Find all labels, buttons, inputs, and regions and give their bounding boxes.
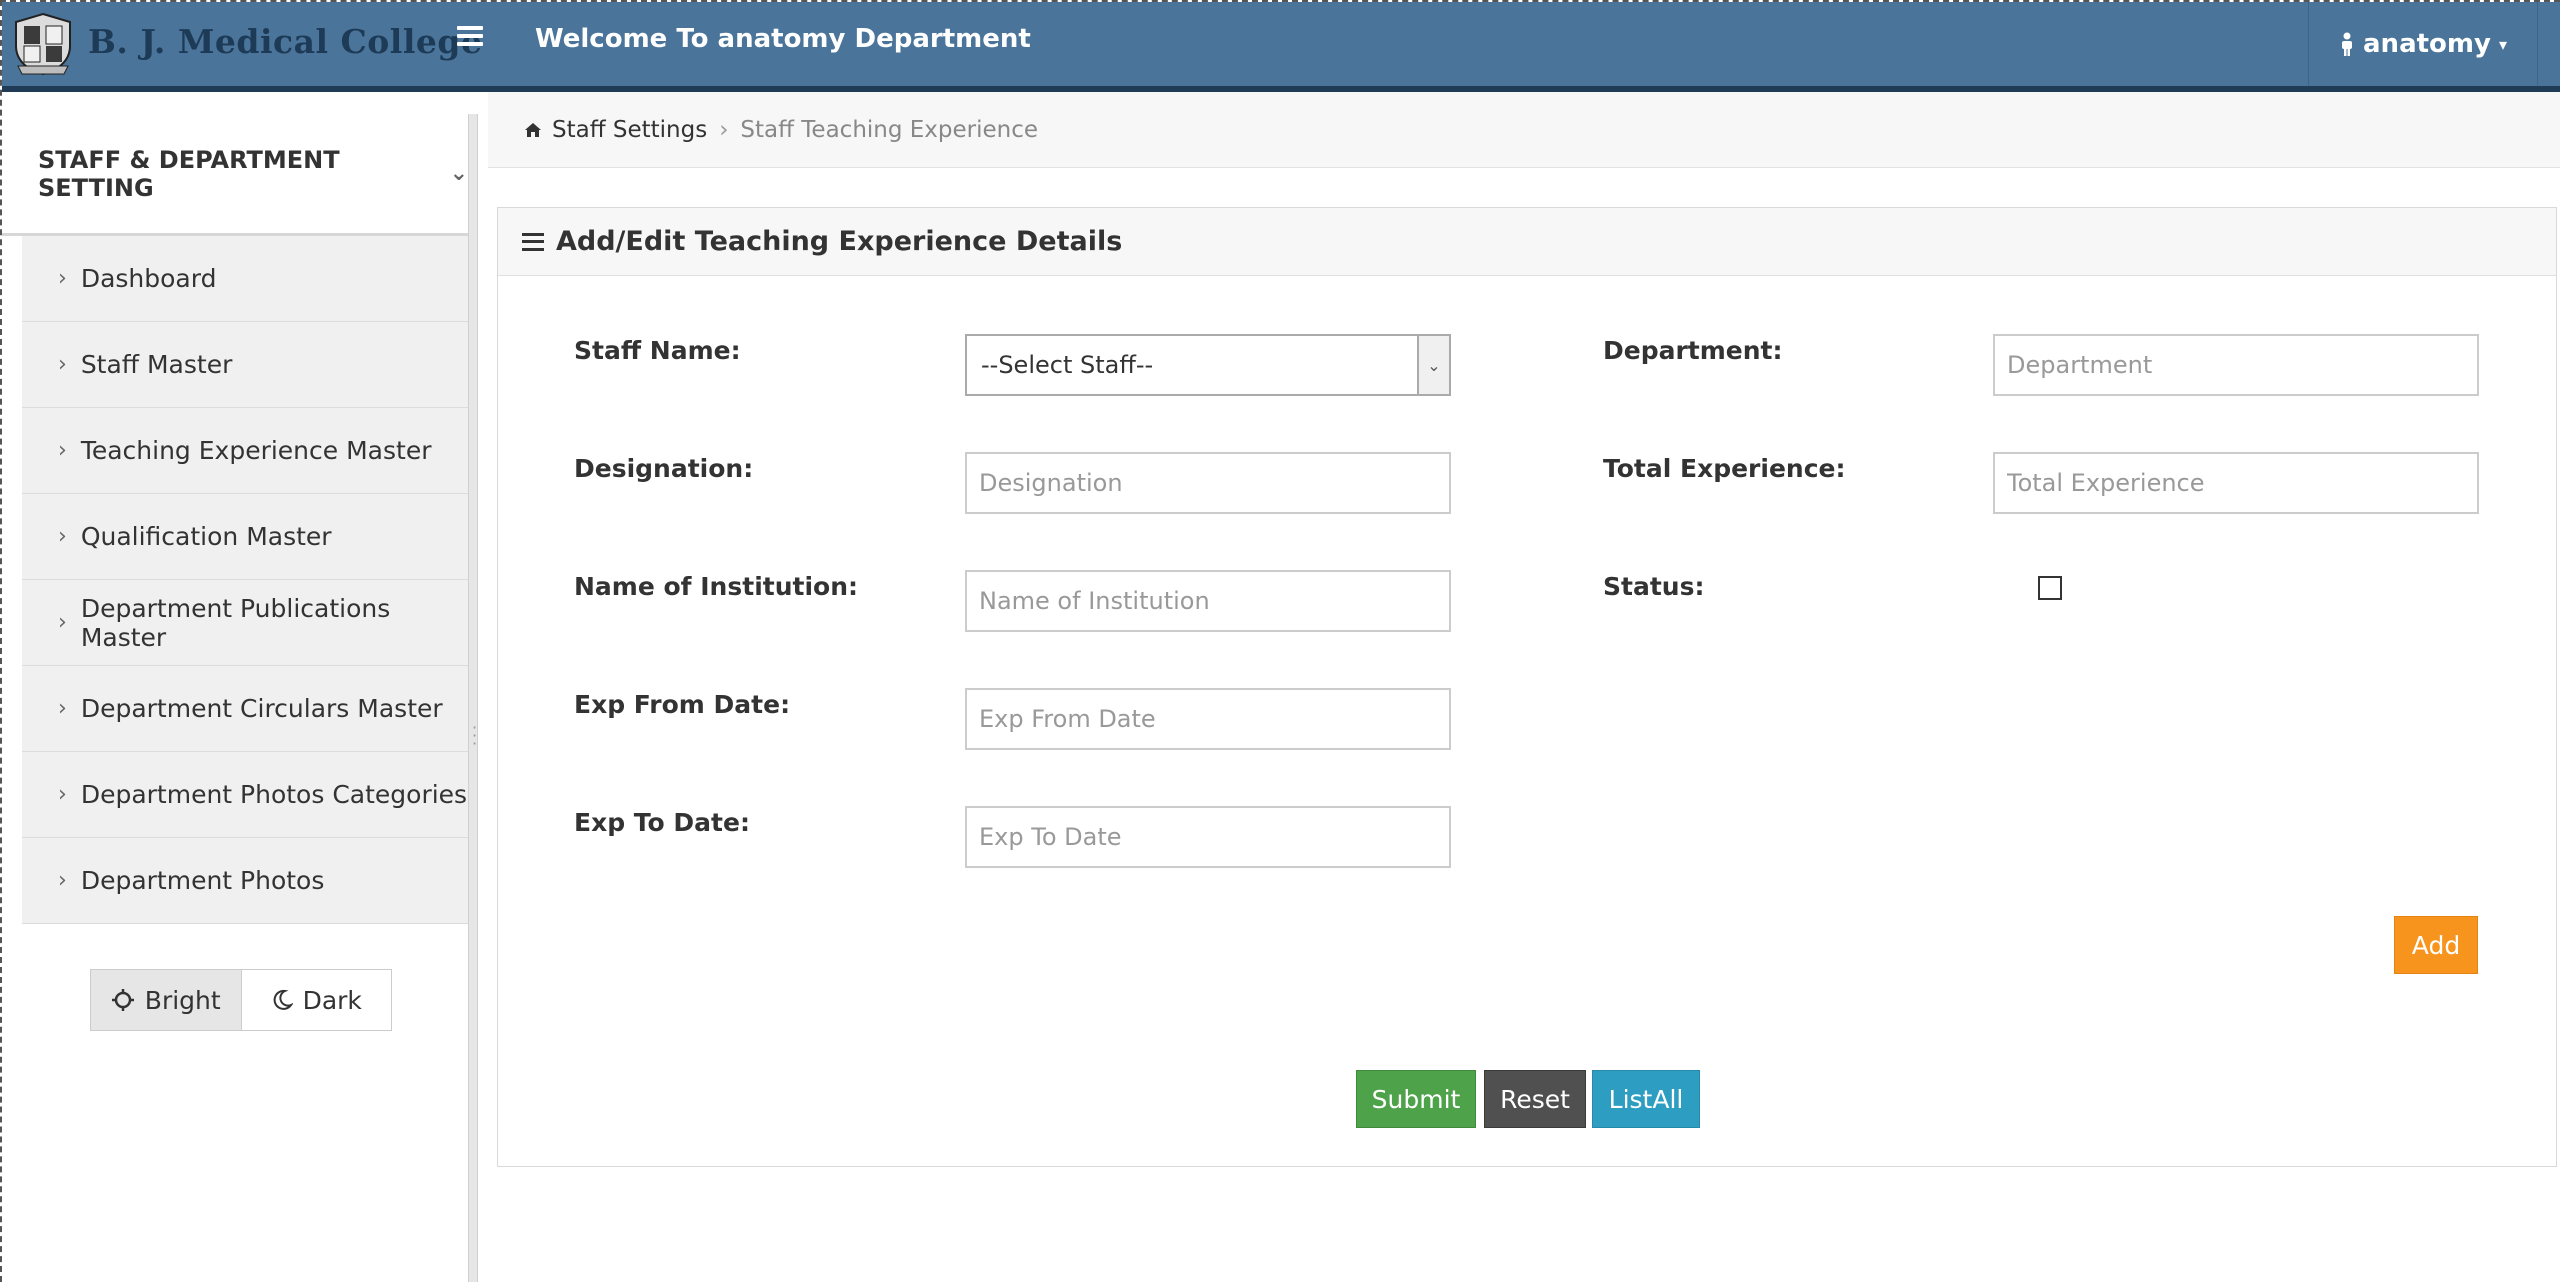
theme-bright-button[interactable]: Bright [91, 970, 242, 1030]
submit-button[interactable]: Submit [1356, 1070, 1476, 1128]
chevron-right-icon: › [58, 868, 67, 893]
chevron-right-icon: › [58, 266, 67, 291]
sidebar-item-dashboard[interactable]: › Dashboard [22, 236, 468, 322]
sidebar-resize-handle[interactable]: · · · [468, 114, 478, 1282]
theme-dark-label: Dark [302, 985, 362, 1015]
total-experience-input[interactable] [1993, 452, 2479, 514]
home-icon [525, 122, 541, 137]
sidebar-item-department-photos[interactable]: › Department Photos [22, 838, 468, 924]
chevron-down-icon: ⌄ [449, 161, 468, 186]
chevron-right-icon: › [58, 524, 67, 549]
breadcrumb-home-label: Staff Settings [552, 116, 708, 143]
total-experience-label: Total Experience: [1603, 454, 1846, 483]
chevron-right-icon: › [58, 352, 67, 377]
department-label: Department: [1603, 336, 1783, 365]
breadcrumb: Staff Settings › Staff Teaching Experien… [488, 92, 2560, 168]
chevron-right-icon: › [58, 696, 67, 721]
sidebar-section-title: STAFF & DEPARTMENT SETTING [38, 145, 340, 202]
user-icon [2342, 32, 2353, 56]
status-checkbox[interactable] [2038, 576, 2062, 600]
sidebar-item-department-photos-categories[interactable]: › Department Photos Categories [22, 752, 468, 838]
chevron-right-icon: › [58, 438, 67, 463]
theme-dark-button[interactable]: Dark [241, 970, 391, 1030]
sidebar-item-label: Teaching Experience Master [80, 436, 432, 465]
grip-icon: · · · [472, 718, 478, 753]
sidebar-item-label: Department Publications Master [80, 593, 391, 652]
sidebar: STAFF & DEPARTMENT SETTING ⌄ › Dashboard… [2, 114, 468, 1282]
exp-to-date-input[interactable] [965, 806, 1451, 868]
department-input[interactable] [1993, 334, 2479, 396]
sun-icon [111, 989, 134, 1011]
exp-from-date-input[interactable] [965, 688, 1451, 750]
user-name: anatomy [2363, 29, 2491, 59]
sidebar-item-qualification-master[interactable]: › Qualification Master [22, 494, 468, 580]
panel-header: Add/Edit Teaching Experience Details [498, 208, 2556, 276]
sidebar-item-label: Department Circulars Master [80, 694, 443, 723]
user-menu-button[interactable]: anatomy ▾ [2308, 2, 2538, 86]
chevron-right-icon: › [58, 610, 67, 635]
bars-icon [522, 232, 544, 251]
brand-title[interactable]: B. J. Medical College [88, 22, 482, 61]
top-navbar: B. J. Medical College Welcome To anatomy… [2, 2, 2560, 92]
chevron-right-icon: › [58, 782, 67, 807]
sidebar-item-label: Dashboard [80, 264, 217, 293]
designation-label: Designation: [574, 454, 754, 483]
chevron-down-icon: ⌄ [1417, 336, 1449, 394]
theme-toggle: Bright Dark [90, 969, 392, 1031]
listall-button[interactable]: ListAll [1592, 1070, 1700, 1128]
moon-icon [273, 989, 293, 1010]
menu-toggle-icon[interactable] [457, 26, 483, 46]
staff-name-label: Staff Name: [574, 336, 741, 365]
breadcrumb-home[interactable]: Staff Settings [524, 117, 707, 143]
add-button[interactable]: Add [2394, 916, 2478, 974]
theme-bright-label: Bright [144, 985, 221, 1015]
welcome-text: Welcome To anatomy Department [535, 24, 1031, 54]
staff-name-select[interactable]: --Select Staff-- ⌄ [965, 334, 1451, 396]
caret-down-icon: ▾ [2498, 34, 2507, 54]
sidebar-item-staff-master[interactable]: › Staff Master [22, 322, 468, 408]
college-logo-icon [15, 12, 71, 76]
breadcrumb-separator-icon: › [719, 116, 729, 143]
staff-name-selected-value: --Select Staff-- [981, 351, 1154, 379]
institution-label: Name of Institution: [574, 572, 858, 601]
sidebar-item-teaching-experience-master[interactable]: › Teaching Experience Master [22, 408, 468, 494]
designation-input[interactable] [965, 452, 1451, 514]
panel-title: Add/Edit Teaching Experience Details [556, 226, 1123, 257]
institution-input[interactable] [965, 570, 1451, 632]
sidebar-item-label: Department Photos [80, 866, 325, 895]
sidebar-item-department-publications-master[interactable]: › Department Publications Master [22, 580, 468, 666]
breadcrumb-current: Staff Teaching Experience [740, 116, 1039, 143]
sidebar-item-label: Staff Master [80, 350, 233, 379]
status-label: Status: [1603, 572, 1705, 601]
exp-to-date-label: Exp To Date: [574, 808, 750, 837]
sidebar-item-label: Qualification Master [80, 522, 332, 551]
page: B. J. Medical College Welcome To anatomy… [0, 0, 2560, 1282]
sidebar-section-header[interactable]: STAFF & DEPARTMENT SETTING ⌄ [2, 114, 468, 236]
teaching-experience-panel: Add/Edit Teaching Experience Details Sta… [497, 207, 2557, 1167]
exp-from-date-label: Exp From Date: [574, 690, 791, 719]
sidebar-item-label: Department Photos Categories [80, 780, 468, 809]
sidebar-item-department-circulars-master[interactable]: › Department Circulars Master [22, 666, 468, 752]
reset-button[interactable]: Reset [1484, 1070, 1586, 1128]
